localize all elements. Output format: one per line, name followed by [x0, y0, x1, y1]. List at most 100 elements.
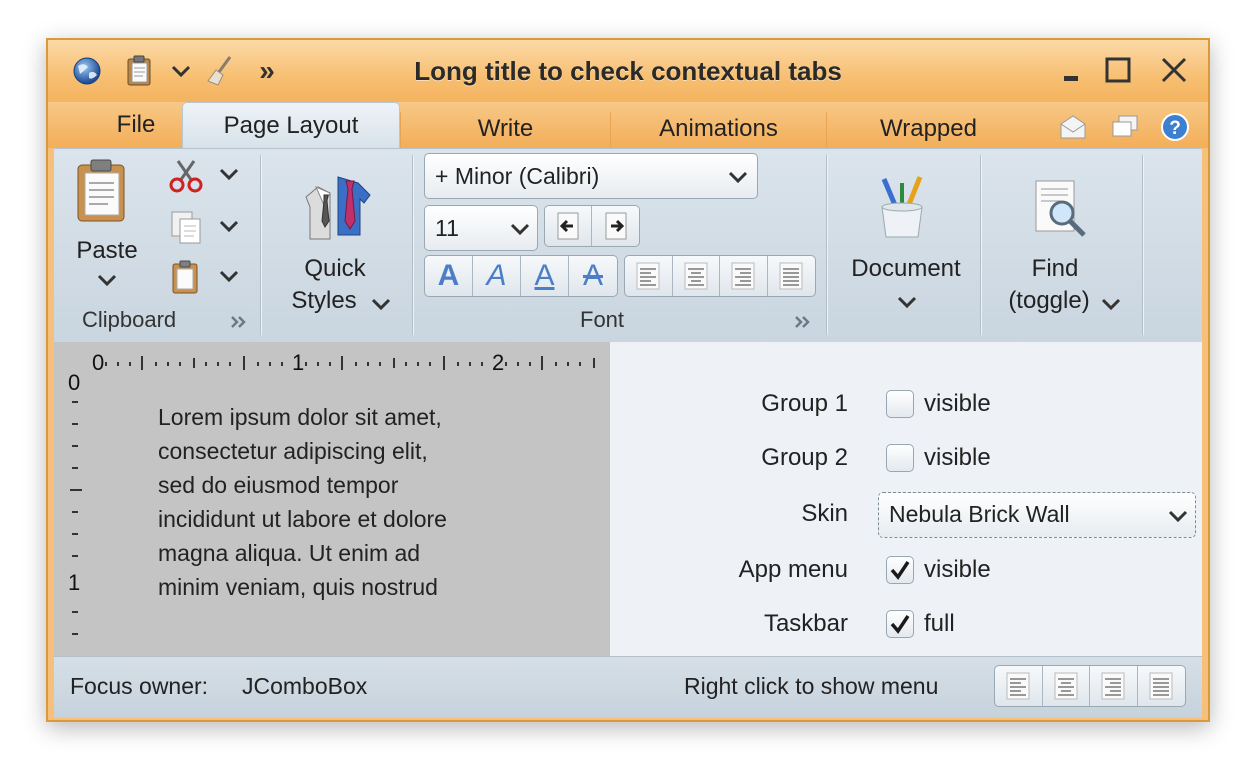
ruler-top-2: 2 [492, 350, 505, 375]
document-line: incididunt ut labore et dolore [158, 506, 447, 532]
underline-button[interactable]: A [521, 256, 569, 296]
pencil-cup-icon[interactable] [872, 173, 932, 241]
svg-text:?: ? [1169, 118, 1181, 139]
document-button-label[interactable]: Document [838, 255, 974, 283]
help-icon[interactable]: ? [1160, 112, 1190, 142]
tab-wrapped[interactable]: Wrapped [826, 112, 1030, 148]
group1-option-label[interactable]: visible [924, 390, 991, 418]
font-size-chevron-down-icon[interactable] [509, 222, 531, 236]
tab-page-layout[interactable]: Page Layout [182, 102, 400, 148]
magnifier-document-icon[interactable] [1030, 177, 1090, 243]
document-line: Lorem ipsum dolor sit amet, [158, 404, 442, 430]
band-separator [826, 155, 827, 335]
taskbar-label: Taskbar [763, 610, 848, 637]
tab-write[interactable]: Write [400, 112, 610, 148]
status-align-right-icon[interactable] [1090, 666, 1138, 706]
quick-styles-chevron-down-icon[interactable] [370, 297, 392, 311]
document-line: sed do eiusmod tempor [158, 472, 399, 498]
status-alignment-group [994, 665, 1186, 707]
ruler-left-1: 1 [68, 570, 81, 595]
clipboard-band-label: Clipboard [82, 307, 177, 332]
alignment-button-group [624, 255, 816, 297]
close-button[interactable] [1156, 54, 1192, 88]
maximize-button[interactable] [1100, 54, 1136, 88]
status-align-center-icon[interactable] [1043, 666, 1090, 706]
italic-button[interactable]: A [473, 256, 521, 296]
increase-indent-icon[interactable] [592, 206, 639, 246]
shirt-tie-icon[interactable] [302, 173, 374, 241]
find-label-line1[interactable]: Find [1000, 255, 1110, 283]
quick-styles-label-line2[interactable]: Styles [282, 287, 366, 315]
decrease-indent-icon[interactable] [545, 206, 593, 246]
font-band-label: Font [580, 307, 625, 332]
windows-icon[interactable] [1110, 112, 1140, 142]
paste-button-label[interactable]: Paste [64, 237, 150, 265]
app-menu-option-label[interactable]: visible [924, 556, 991, 584]
tab-file[interactable]: File [82, 102, 190, 148]
title-bar: » Long title to check contextual tabs [48, 40, 1208, 102]
skin-value: Nebula Brick Wall [889, 501, 1070, 527]
minimize-button[interactable] [1054, 54, 1090, 88]
envelope-icon[interactable] [1058, 112, 1088, 142]
font-family-combo[interactable]: + Minor (Calibri) [424, 153, 758, 199]
font-style-button-group: A A A A [424, 255, 618, 297]
tab-animations[interactable]: Animations [610, 112, 826, 148]
document-text[interactable]: Lorem ipsum dolor sit amet, consectetur … [158, 400, 598, 604]
focus-owner-label: Focus owner: [70, 673, 209, 699]
group2-option-label[interactable]: visible [924, 444, 991, 472]
taskbar-option-label[interactable]: full [924, 610, 955, 638]
status-hint: Right click to show menu [684, 673, 939, 699]
group1-label: Group 1 [761, 390, 848, 417]
group2-label: Group 2 [761, 444, 848, 471]
taskbar-checkbox[interactable] [886, 610, 914, 638]
strikethrough-button[interactable]: A [569, 256, 617, 296]
quick-styles-label-line1[interactable]: Quick [290, 255, 380, 283]
ribbon-band-area: Paste Clipboard Quick Styles + Minor (Ca… [54, 148, 1202, 342]
paste-special-chevron-down-icon[interactable] [218, 269, 240, 283]
font-family-chevron-down-icon[interactable] [727, 170, 749, 184]
document-line: magna aliqua. Ut enim ad [158, 540, 421, 566]
bold-button[interactable]: A [425, 256, 473, 296]
copy-icon[interactable] [168, 209, 204, 245]
focus-owner-value: JComboBox [242, 673, 368, 699]
skin-combo[interactable]: Nebula Brick Wall [878, 492, 1196, 538]
status-align-justify-icon[interactable] [1138, 666, 1185, 706]
find-chevron-down-icon[interactable] [1100, 297, 1122, 311]
skin-label: Skin [801, 500, 848, 527]
cut-chevron-down-icon[interactable] [218, 167, 240, 181]
band-separator [1142, 155, 1143, 335]
document-pane[interactable]: 0 1 2 0 1 Lorem ipsum dolor sit amet, co… [54, 342, 610, 656]
scissors-icon[interactable] [168, 157, 204, 193]
check-icon [890, 615, 910, 634]
font-size-combo[interactable]: 11 [424, 205, 538, 251]
horizontal-ruler [105, 356, 595, 370]
font-family-value: + Minor (Calibri) [435, 163, 600, 189]
ribbon-tab-strip: File Page Layout Write Animations Wrappe… [48, 102, 1208, 148]
band-separator [412, 155, 413, 335]
paste-icon[interactable] [74, 157, 130, 223]
main-window: » Long title to check contextual tabs Fi… [46, 38, 1210, 722]
paste-chevron-down-icon[interactable] [96, 273, 118, 287]
paste-special-icon[interactable] [168, 259, 204, 295]
font-size-value: 11 [435, 215, 459, 241]
band-separator [980, 155, 981, 335]
ruler-top-0: 0 [92, 350, 105, 375]
status-bar: Focus owner: JComboBox Right click to sh… [54, 656, 1202, 718]
align-right-icon[interactable] [720, 256, 768, 296]
vertical-ruler [70, 401, 82, 635]
status-align-left-icon[interactable] [995, 666, 1043, 706]
find-label-line2[interactable]: (toggle) [994, 287, 1104, 315]
align-justify-icon[interactable] [768, 256, 815, 296]
clipboard-expand-icon[interactable] [230, 315, 248, 329]
group2-checkbox[interactable] [886, 444, 914, 472]
copy-chevron-down-icon[interactable] [218, 219, 240, 233]
document-chevron-down-icon[interactable] [896, 295, 918, 309]
app-menu-label: App menu [738, 556, 848, 583]
check-icon [890, 561, 910, 580]
align-center-icon[interactable] [673, 256, 720, 296]
font-expand-icon[interactable] [794, 315, 812, 329]
app-menu-checkbox[interactable] [886, 556, 914, 584]
skin-chevron-down-icon[interactable] [1167, 509, 1189, 523]
group1-checkbox[interactable] [886, 390, 914, 418]
align-left-icon[interactable] [625, 256, 673, 296]
